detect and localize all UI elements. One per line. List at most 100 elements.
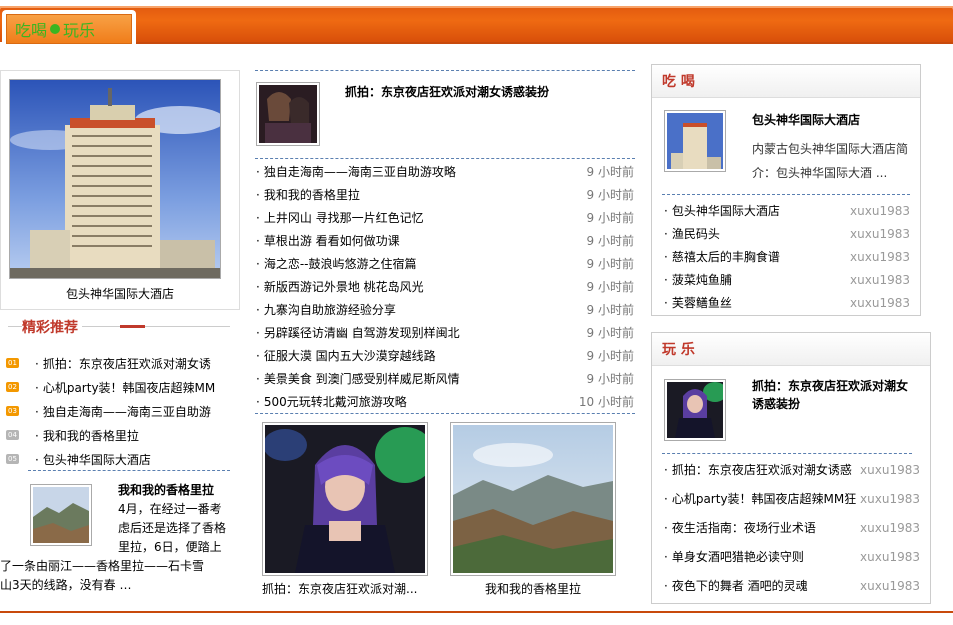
headline-title[interactable]: 抓拍：东京夜店狂欢派对潮女诱惑装扮 bbox=[345, 83, 549, 100]
play-item-author[interactable]: xuxu1983 bbox=[860, 521, 920, 535]
dashed-divider bbox=[255, 413, 635, 414]
hotel-photo[interactable] bbox=[9, 79, 221, 279]
list-item[interactable]: 心机party装！韩国夜店超辣MM狂 xuxu1983 bbox=[664, 484, 920, 513]
eat-item-title[interactable]: 慈禧太后的丰胸食谱 bbox=[664, 248, 780, 265]
play-item-author[interactable]: xuxu1983 bbox=[860, 550, 920, 564]
list-item[interactable]: 包头神华国际大酒店 xuxu1983 bbox=[664, 199, 910, 222]
excerpt-line: 4月，在经过一番考 bbox=[118, 502, 222, 516]
news-time: 9 小时前 bbox=[586, 234, 634, 248]
news-title[interactable]: 新版西游记外景地 桃花岛风光 bbox=[256, 278, 424, 295]
photo-caption[interactable]: 抓拍：东京夜店狂欢派对潮... bbox=[262, 580, 428, 597]
news-title[interactable]: 我和我的香格里拉 bbox=[256, 186, 360, 203]
news-title[interactable]: 美景美食 到澳门感受别样威尼斯风情 bbox=[256, 370, 460, 387]
eat-panel-heading[interactable]: 吃 喝 bbox=[652, 65, 920, 98]
list-item-label[interactable]: 心机party装！韩国夜店超辣MM bbox=[35, 379, 215, 396]
eat-item-author[interactable]: xuxu1983 bbox=[850, 250, 910, 264]
list-item-label[interactable]: 抓拍：东京夜店狂欢派对潮女诱 bbox=[35, 355, 211, 372]
list-item[interactable]: 征服大漠 国内五大沙漠穿越线路 9 小时前 bbox=[256, 344, 636, 367]
list-item[interactable]: 02 心机party装！韩国夜店超辣MM bbox=[6, 375, 219, 399]
photo-caption[interactable]: 我和我的香格里拉 bbox=[450, 580, 616, 597]
rank-badge: 01 bbox=[6, 358, 19, 368]
list-item[interactable]: 我和我的香格里拉 9 小时前 bbox=[256, 183, 636, 206]
play-item-author[interactable]: xuxu1983 bbox=[860, 579, 920, 593]
news-title[interactable]: 独自走海南——海南三亚自助游攻略 bbox=[256, 163, 456, 180]
eat-item-author[interactable]: xuxu1983 bbox=[850, 273, 910, 287]
photo-landscape[interactable] bbox=[450, 422, 616, 576]
feature-photo-box: 包头神华国际大酒店 bbox=[0, 70, 240, 310]
list-item[interactable]: 菠菜炖鱼脯 xuxu1983 bbox=[664, 268, 910, 291]
eat-item-author[interactable]: xuxu1983 bbox=[850, 227, 910, 241]
play-item-title[interactable]: 夜生活指南：夜场行业术语 bbox=[664, 519, 816, 536]
list-item[interactable]: 芙蓉鳝鱼丝 xuxu1983 bbox=[664, 291, 910, 314]
header-band bbox=[0, 6, 953, 42]
list-item[interactable]: 美景美食 到澳门感受别样威尼斯风情 9 小时前 bbox=[256, 367, 636, 390]
play-panel-heading[interactable]: 玩 乐 bbox=[652, 333, 930, 366]
list-item[interactable]: 05 包头神华国际大酒店 bbox=[6, 447, 219, 471]
news-time: 9 小时前 bbox=[586, 326, 634, 340]
eat-item-author[interactable]: xuxu1983 bbox=[850, 296, 910, 310]
list-item[interactable]: 单身女酒吧猎艳必读守则 xuxu1983 bbox=[664, 542, 920, 571]
list-item[interactable]: 独自走海南——海南三亚自助游攻略 9 小时前 bbox=[256, 160, 636, 183]
play-item-title[interactable]: 心机party装！韩国夜店超辣MM狂 bbox=[664, 490, 856, 507]
footer-line bbox=[0, 611, 953, 613]
dashed-divider bbox=[255, 70, 635, 71]
news-title[interactable]: 海之恋--鼓浪屿悠游之住宿篇 bbox=[256, 255, 417, 272]
list-item[interactable]: 另辟蹊径访清幽 自驾游发现别样闽北 9 小时前 bbox=[256, 321, 636, 344]
list-item-label[interactable]: 我和我的香格里拉 bbox=[35, 427, 139, 444]
list-item[interactable]: 海之恋--鼓浪屿悠游之住宿篇 9 小时前 bbox=[256, 252, 636, 275]
channel-header: 吃喝 玩乐 bbox=[0, 0, 953, 48]
feature-caption[interactable]: 包头神华国际大酒店 bbox=[1, 285, 239, 302]
list-item[interactable]: 新版西游记外景地 桃花岛风光 9 小时前 bbox=[256, 275, 636, 298]
dashed-divider bbox=[662, 194, 910, 195]
news-time: 9 小时前 bbox=[586, 257, 634, 271]
list-item[interactable]: 夜生活指南：夜场行业术语 xuxu1983 bbox=[664, 513, 920, 542]
recommend-list: 01 抓拍：东京夜店狂欢派对潮女诱 02 心机party装！韩国夜店超辣MM 0… bbox=[6, 351, 219, 471]
news-time: 9 小时前 bbox=[586, 188, 634, 202]
play-feature-thumbnail[interactable] bbox=[664, 379, 727, 441]
news-title[interactable]: 征服大漠 国内五大沙漠穿越线路 bbox=[256, 347, 436, 364]
list-item[interactable]: 渔民码头 xuxu1983 bbox=[664, 222, 910, 245]
list-item[interactable]: 03 独自走海南——海南三亚自助游 bbox=[6, 399, 219, 423]
list-item-label[interactable]: 包头神华国际大酒店 bbox=[35, 451, 151, 468]
play-item-title[interactable]: 抓拍：东京夜店狂欢派对潮女诱惑 bbox=[664, 461, 852, 478]
list-item[interactable]: 抓拍：东京夜店狂欢派对潮女诱惑 xuxu1983 bbox=[664, 455, 920, 484]
eat-feature-thumbnail[interactable] bbox=[664, 110, 726, 172]
headline-thumbnail[interactable] bbox=[256, 82, 320, 146]
news-title[interactable]: 另辟蹊径访清幽 自驾游发现别样闽北 bbox=[256, 324, 460, 341]
play-item-author[interactable]: xuxu1983 bbox=[860, 463, 920, 477]
eat-panel: 吃 喝 包头神华国际大酒店 内蒙古包头神华国际大酒店简介：包头神华国际大酒 ..… bbox=[651, 64, 921, 316]
list-item[interactable]: 500元玩转北戴河旅游攻略 10 小时前 bbox=[256, 390, 636, 413]
bullet-dot-icon bbox=[50, 24, 61, 34]
list-item[interactable]: 九寨沟自助旅游经验分享 9 小时前 bbox=[256, 298, 636, 321]
article-title[interactable]: 我和我的香格里拉 bbox=[118, 481, 214, 498]
news-title[interactable]: 草根出游 看看如何做功课 bbox=[256, 232, 400, 249]
list-item[interactable]: 草根出游 看看如何做功课 9 小时前 bbox=[256, 229, 636, 252]
play-item-title[interactable]: 夜色下的舞者 酒吧的灵魂 bbox=[664, 577, 808, 594]
list-item[interactable]: 01 抓拍：东京夜店狂欢派对潮女诱 bbox=[6, 351, 219, 375]
channel-tab[interactable]: 吃喝 玩乐 bbox=[2, 10, 136, 48]
play-item-title[interactable]: 单身女酒吧猎艳必读守则 bbox=[664, 548, 804, 565]
photo-nightclub[interactable] bbox=[262, 422, 435, 576]
eat-item-author[interactable]: xuxu1983 bbox=[850, 204, 910, 218]
eat-item-title[interactable]: 芙蓉鳝鱼丝 bbox=[664, 294, 732, 311]
eat-item-title[interactable]: 渔民码头 bbox=[664, 225, 720, 242]
list-item[interactable]: 上井冈山 寻找那一片红色记忆 9 小时前 bbox=[256, 206, 636, 229]
rank-badge: 04 bbox=[6, 430, 19, 440]
play-item-author[interactable]: xuxu1983 bbox=[860, 492, 920, 506]
news-time: 10 小时前 bbox=[578, 395, 634, 409]
news-title[interactable]: 上井冈山 寻找那一片红色记忆 bbox=[256, 209, 424, 226]
list-item[interactable]: 夜色下的舞者 酒吧的灵魂 xuxu1983 bbox=[664, 571, 920, 600]
list-item[interactable]: 04 我和我的香格里拉 bbox=[6, 423, 219, 447]
play-feature-title[interactable]: 抓拍：东京夜店狂欢派对潮女诱惑装扮 bbox=[752, 377, 917, 413]
list-item[interactable]: 慈禧太后的丰胸食谱 xuxu1983 bbox=[664, 245, 910, 268]
news-time: 9 小时前 bbox=[586, 211, 634, 225]
eat-feature-title[interactable]: 包头神华国际大酒店 bbox=[752, 111, 860, 128]
excerpt-line: 了一条由丽江——香格里拉——石卡雪 bbox=[0, 559, 205, 573]
eat-item-title[interactable]: 包头神华国际大酒店 bbox=[664, 202, 780, 219]
channel-tab-label[interactable]: 吃喝 玩乐 bbox=[6, 14, 132, 44]
news-title[interactable]: 500元玩转北戴河旅游攻略 bbox=[256, 393, 407, 410]
news-title[interactable]: 九寨沟自助旅游经验分享 bbox=[256, 301, 396, 318]
recommend-divider-accent bbox=[120, 325, 145, 328]
list-item-label[interactable]: 独自走海南——海南三亚自助游 bbox=[35, 403, 211, 420]
eat-item-title[interactable]: 菠菜炖鱼脯 bbox=[664, 271, 732, 288]
